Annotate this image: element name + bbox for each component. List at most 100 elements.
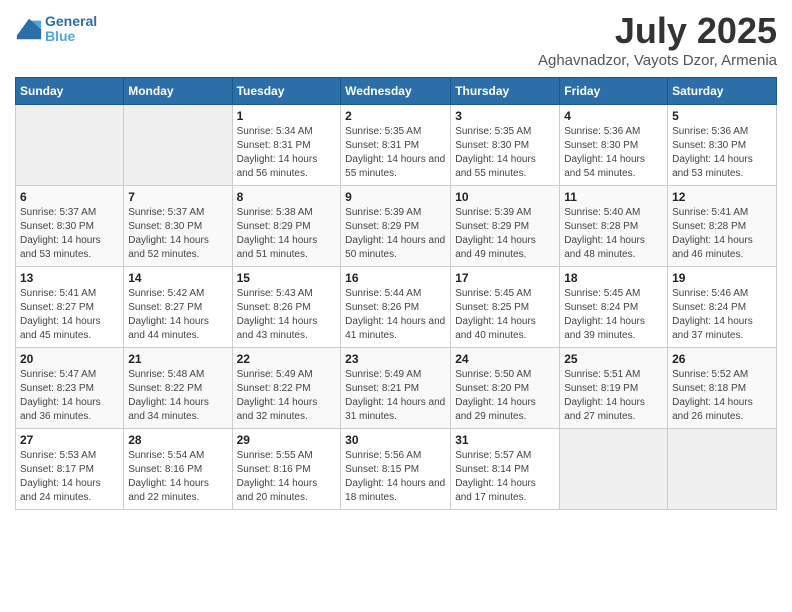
day-info: Sunrise: 5:41 AM Sunset: 8:28 PM Dayligh… [672, 206, 772, 262]
calendar-cell: 12 Sunrise: 5:41 AM Sunset: 8:28 PM Dayli… [668, 186, 777, 267]
day-info: Sunrise: 5:51 AM Sunset: 8:19 PM Dayligh… [564, 368, 663, 424]
day-number: 13 [20, 271, 119, 285]
day-number: 22 [237, 352, 337, 366]
calendar-week-row: 13 Sunrise: 5:41 AM Sunset: 8:27 PM Dayli… [16, 267, 777, 348]
calendar-cell: 23Sunrise: 5:49 AM Sunset: 8:21 PM Dayli… [341, 348, 451, 429]
day-header-saturday: Saturday [668, 78, 777, 105]
logo-name1: General [45, 14, 97, 29]
day-info: Sunrise: 5:45 AM Sunset: 8:24 PM Dayligh… [564, 287, 663, 343]
calendar-cell: 14 Sunrise: 5:42 AM Sunset: 8:27 PM Dayli… [124, 267, 232, 348]
day-header-thursday: Thursday [451, 78, 560, 105]
day-number: 25 [564, 352, 663, 366]
day-info: Sunrise: 5:50 AM Sunset: 8:20 PM Dayligh… [455, 368, 555, 424]
day-info: Sunrise: 5:40 AM Sunset: 8:28 PM Dayligh… [564, 206, 663, 262]
calendar-cell: 8 Sunrise: 5:38 AM Sunset: 8:29 PM Daylig… [232, 186, 341, 267]
calendar-cell: 16 Sunrise: 5:44 AM Sunset: 8:26 PM Dayli… [341, 267, 451, 348]
calendar-week-row: 20 Sunrise: 5:47 AM Sunset: 8:23 PM Dayli… [16, 348, 777, 429]
calendar-cell: 15Sunrise: 5:43 AM Sunset: 8:26 PM Dayli… [232, 267, 341, 348]
calendar-cell [16, 105, 124, 186]
day-number: 6 [20, 190, 119, 204]
calendar-cell: 2 Sunrise: 5:35 AM Sunset: 8:31 PM Daylig… [341, 105, 451, 186]
day-info: Sunrise: 5:48 AM Sunset: 8:22 PM Dayligh… [128, 368, 227, 424]
day-info: Sunrise: 5:44 AM Sunset: 8:26 PM Dayligh… [345, 287, 446, 343]
day-info: Sunrise: 5:53 AM Sunset: 8:17 PM Dayligh… [20, 449, 119, 505]
calendar-cell: 20 Sunrise: 5:47 AM Sunset: 8:23 PM Dayli… [16, 348, 124, 429]
day-number: 2 [345, 109, 446, 123]
subtitle: Aghavnadzor, Vayots Dzor, Armenia [538, 52, 777, 69]
day-info: Sunrise: 5:38 AM Sunset: 8:29 PM Dayligh… [237, 206, 337, 262]
day-number: 31 [455, 433, 555, 447]
day-info: Sunrise: 5:39 AM Sunset: 8:29 PM Dayligh… [345, 206, 446, 262]
page-header: General Blue July 2025 Aghavnadzor, Vayo… [15, 10, 777, 69]
day-number: 28 [128, 433, 227, 447]
logo: General Blue [15, 14, 97, 45]
day-header-sunday: Sunday [16, 78, 124, 105]
day-number: 24 [455, 352, 555, 366]
calendar-cell: 28Sunrise: 5:54 AM Sunset: 8:16 PM Dayli… [124, 429, 232, 510]
calendar-cell: 26 Sunrise: 5:52 AM Sunset: 8:18 PM Dayli… [668, 348, 777, 429]
calendar-week-row: 27Sunrise: 5:53 AM Sunset: 8:17 PM Dayli… [16, 429, 777, 510]
calendar-cell: 31 Sunrise: 5:57 AM Sunset: 8:14 PM Dayli… [451, 429, 560, 510]
calendar-cell: 24 Sunrise: 5:50 AM Sunset: 8:20 PM Dayli… [451, 348, 560, 429]
calendar-header-row: SundayMondayTuesdayWednesdayThursdayFrid… [16, 78, 777, 105]
day-info: Sunrise: 5:37 AM Sunset: 8:30 PM Dayligh… [20, 206, 119, 262]
day-info: Sunrise: 5:52 AM Sunset: 8:18 PM Dayligh… [672, 368, 772, 424]
day-header-friday: Friday [560, 78, 668, 105]
calendar-cell: 13 Sunrise: 5:41 AM Sunset: 8:27 PM Dayli… [16, 267, 124, 348]
calendar-cell [560, 429, 668, 510]
day-number: 11 [564, 190, 663, 204]
calendar-cell: 21 Sunrise: 5:48 AM Sunset: 8:22 PM Dayli… [124, 348, 232, 429]
main-title: July 2025 [538, 10, 777, 52]
calendar-cell: 4Sunrise: 5:36 AM Sunset: 8:30 PM Daylig… [560, 105, 668, 186]
day-number: 21 [128, 352, 227, 366]
calendar-cell: 10 Sunrise: 5:39 AM Sunset: 8:29 PM Dayli… [451, 186, 560, 267]
day-header-tuesday: Tuesday [232, 78, 341, 105]
day-number: 10 [455, 190, 555, 204]
day-info: Sunrise: 5:47 AM Sunset: 8:23 PM Dayligh… [20, 368, 119, 424]
calendar-cell: 22 Sunrise: 5:49 AM Sunset: 8:22 PM Dayli… [232, 348, 341, 429]
calendar-cell: 17Sunrise: 5:45 AM Sunset: 8:25 PM Dayli… [451, 267, 560, 348]
day-number: 23 [345, 352, 446, 366]
day-number: 26 [672, 352, 772, 366]
day-header-monday: Monday [124, 78, 232, 105]
day-info: Sunrise: 5:35 AM Sunset: 8:30 PM Dayligh… [455, 125, 555, 181]
calendar-cell: 19Sunrise: 5:46 AM Sunset: 8:24 PM Dayli… [668, 267, 777, 348]
day-info: Sunrise: 5:41 AM Sunset: 8:27 PM Dayligh… [20, 287, 119, 343]
day-info: Sunrise: 5:36 AM Sunset: 8:30 PM Dayligh… [672, 125, 772, 181]
calendar-cell: 3 Sunrise: 5:35 AM Sunset: 8:30 PM Daylig… [451, 105, 560, 186]
day-info: Sunrise: 5:57 AM Sunset: 8:14 PM Dayligh… [455, 449, 555, 505]
day-number: 30 [345, 433, 446, 447]
day-number: 20 [20, 352, 119, 366]
day-number: 14 [128, 271, 227, 285]
day-number: 19 [672, 271, 772, 285]
calendar-cell: 6 Sunrise: 5:37 AM Sunset: 8:30 PM Daylig… [16, 186, 124, 267]
calendar-cell: 1Sunrise: 5:34 AM Sunset: 8:31 PM Daylig… [232, 105, 341, 186]
day-header-wednesday: Wednesday [341, 78, 451, 105]
day-number: 5 [672, 109, 772, 123]
day-number: 29 [237, 433, 337, 447]
day-info: Sunrise: 5:43 AM Sunset: 8:26 PM Dayligh… [237, 287, 337, 343]
calendar-cell: 25 Sunrise: 5:51 AM Sunset: 8:19 PM Dayli… [560, 348, 668, 429]
calendar-cell: 27Sunrise: 5:53 AM Sunset: 8:17 PM Dayli… [16, 429, 124, 510]
logo-name2: Blue [45, 29, 97, 44]
day-info: Sunrise: 5:55 AM Sunset: 8:16 PM Dayligh… [237, 449, 337, 505]
calendar-cell [668, 429, 777, 510]
day-number: 8 [237, 190, 337, 204]
day-info: Sunrise: 5:42 AM Sunset: 8:27 PM Dayligh… [128, 287, 227, 343]
day-number: 3 [455, 109, 555, 123]
day-info: Sunrise: 5:35 AM Sunset: 8:31 PM Dayligh… [345, 125, 446, 181]
day-number: 4 [564, 109, 663, 123]
calendar-body: 1Sunrise: 5:34 AM Sunset: 8:31 PM Daylig… [16, 105, 777, 510]
day-number: 16 [345, 271, 446, 285]
day-info: Sunrise: 5:39 AM Sunset: 8:29 PM Dayligh… [455, 206, 555, 262]
day-info: Sunrise: 5:49 AM Sunset: 8:22 PM Dayligh… [237, 368, 337, 424]
day-info: Sunrise: 5:34 AM Sunset: 8:31 PM Dayligh… [237, 125, 337, 181]
calendar-cell: 9Sunrise: 5:39 AM Sunset: 8:29 PM Daylig… [341, 186, 451, 267]
day-number: 12 [672, 190, 772, 204]
calendar-cell: 29 Sunrise: 5:55 AM Sunset: 8:16 PM Dayli… [232, 429, 341, 510]
day-number: 17 [455, 271, 555, 285]
day-info: Sunrise: 5:56 AM Sunset: 8:15 PM Dayligh… [345, 449, 446, 505]
day-number: 7 [128, 190, 227, 204]
calendar-cell: 30 Sunrise: 5:56 AM Sunset: 8:15 PM Dayli… [341, 429, 451, 510]
day-info: Sunrise: 5:37 AM Sunset: 8:30 PM Dayligh… [128, 206, 227, 262]
